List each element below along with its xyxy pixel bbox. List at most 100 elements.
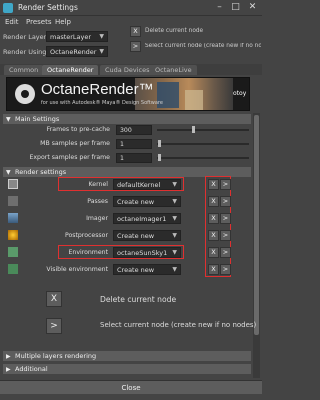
visible-environment-value: Create new <box>117 266 155 274</box>
select-node-button[interactable]: > <box>130 41 141 52</box>
scrollbar[interactable] <box>253 113 260 378</box>
mb-samples-slider[interactable] <box>157 143 249 145</box>
environment-value: octaneSunSky1 <box>117 249 168 257</box>
title-bar: Render Settings – □ ✕ <box>0 0 262 16</box>
multiple-layers-title: Multiple layers rendering <box>15 352 97 360</box>
delete-node-button[interactable]: X <box>130 26 141 37</box>
chevron-down-icon: ▼ <box>99 48 104 55</box>
postprocessor-select-button[interactable]: > <box>220 230 231 241</box>
kernel-select[interactable]: defaultKernel ▼ <box>113 179 181 190</box>
passes-label: Passes <box>87 198 108 205</box>
frames-precache-label: Frames to pre-cache <box>46 126 110 133</box>
collapse-triangle-icon: ▼ <box>6 169 11 176</box>
legend-select-button[interactable]: > <box>46 318 62 334</box>
kernel-select-button[interactable]: > <box>220 179 231 190</box>
tab-octanelive[interactable]: OctaneLive <box>150 65 197 75</box>
chevron-down-icon: ▼ <box>172 181 177 188</box>
kernel-icon <box>8 179 18 189</box>
main-settings-header[interactable]: ▼ Main Settings <box>3 114 251 124</box>
menu-edit[interactable]: Edit <box>5 18 19 26</box>
minimize-icon[interactable]: – <box>214 2 225 13</box>
scrollbar-thumb[interactable] <box>254 115 259 335</box>
chevron-down-icon: ▼ <box>172 266 177 273</box>
export-samples-slider[interactable] <box>157 157 249 159</box>
environment-select[interactable]: octaneSunSky1 ▼ <box>113 247 181 258</box>
chevron-down-icon: ▼ <box>172 249 177 256</box>
octane-banner: OctaneRender™ for use with Autodesk® May… <box>6 77 250 111</box>
expand-triangle-icon: ▶ <box>6 366 11 373</box>
imager-value: octaneImager1 <box>117 215 167 223</box>
imager-label: Imager <box>86 215 108 222</box>
passes-delete-button[interactable]: X <box>208 196 219 207</box>
legend-select-note: Select current node (create new if no no… <box>100 321 257 329</box>
menu-presets[interactable]: Presets <box>26 18 51 26</box>
tab-cuda-devices[interactable]: Cuda Devices <box>100 65 155 75</box>
kernel-label: Kernel <box>88 181 108 188</box>
main-settings-title: Main Settings <box>15 115 60 123</box>
banner-scene-detail <box>185 90 203 110</box>
chevron-down-icon: ▼ <box>172 215 177 222</box>
node-buttons-highlight <box>205 176 231 277</box>
close-button[interactable]: Close <box>0 380 262 394</box>
legend-delete-button[interactable]: X <box>46 291 62 307</box>
tab-octanerender[interactable]: OctaneRender <box>42 65 99 75</box>
banner-tagline: for use with Autodesk® Maya® Design Soft… <box>41 100 163 106</box>
visible-environment-select[interactable]: Create new ▼ <box>113 264 181 275</box>
environment-icon <box>8 247 18 257</box>
render-using-label: Render Using <box>3 48 47 56</box>
multiple-layers-header[interactable]: ▶ Multiple layers rendering <box>3 351 251 361</box>
visible-environment-delete-button[interactable]: X <box>208 264 219 275</box>
kernel-value: defaultKernel <box>117 181 161 189</box>
passes-select-button[interactable]: > <box>220 196 231 207</box>
kernel-delete-button[interactable]: X <box>208 179 219 190</box>
postprocessor-value: Create new <box>117 232 155 240</box>
slider-handle[interactable] <box>192 126 195 133</box>
select-node-note: Select current node (create new if no no… <box>145 43 261 49</box>
postprocessor-select[interactable]: Create new ▼ <box>113 230 181 241</box>
imager-icon <box>8 213 18 223</box>
render-using-select[interactable]: OctaneRender ▼ <box>46 46 108 57</box>
chevron-down-icon: ▼ <box>172 198 177 205</box>
additional-title: Additional <box>15 365 48 373</box>
expand-triangle-icon: ▶ <box>6 353 11 360</box>
window-title: Render Settings <box>18 3 78 12</box>
chevron-down-icon: ▼ <box>99 33 104 40</box>
render-layer-select[interactable]: masterLayer ▼ <box>46 31 108 42</box>
menu-help[interactable]: Help <box>55 18 71 26</box>
chevron-down-icon: ▼ <box>172 232 177 239</box>
passes-value: Create new <box>117 198 155 206</box>
postprocessor-icon <box>8 230 18 240</box>
tab-common[interactable]: Common <box>4 65 44 75</box>
render-layer-label: Render Layer <box>3 33 47 41</box>
mb-samples-field[interactable]: 1 <box>116 139 152 149</box>
octane-logo-core <box>21 90 29 98</box>
maximize-icon[interactable]: □ <box>230 2 241 13</box>
render-layer-value: masterLayer <box>50 33 92 41</box>
slider-handle[interactable] <box>158 154 161 161</box>
imager-select[interactable]: octaneImager1 ▼ <box>113 213 181 224</box>
postprocessor-label: Postprocessor <box>64 232 108 239</box>
delete-node-note: Delete current node <box>145 28 204 34</box>
app-icon <box>3 3 13 13</box>
close-icon[interactable]: ✕ <box>247 2 258 13</box>
otoy-logo: otoy <box>233 90 247 97</box>
render-using-value: OctaneRender <box>50 48 97 56</box>
frames-precache-field[interactable]: 300 <box>116 125 152 135</box>
environment-select-button[interactable]: > <box>220 247 231 258</box>
environment-label: Environment <box>68 249 108 256</box>
slider-handle[interactable] <box>158 140 161 147</box>
passes-select[interactable]: Create new ▼ <box>113 196 181 207</box>
export-samples-field[interactable]: 1 <box>116 153 152 163</box>
environment-delete-button[interactable]: X <box>208 247 219 258</box>
additional-header[interactable]: ▶ Additional <box>3 364 251 374</box>
visible-environment-select-button[interactable]: > <box>220 264 231 275</box>
postprocessor-delete-button[interactable]: X <box>208 230 219 241</box>
visible-environment-icon <box>8 264 18 274</box>
collapse-triangle-icon: ▼ <box>6 116 11 123</box>
export-samples-label: Export samples per frame <box>29 154 110 161</box>
visible-environment-label: Visible environment <box>46 266 108 273</box>
imager-select-button[interactable]: > <box>220 213 231 224</box>
frames-precache-slider[interactable] <box>157 129 249 131</box>
banner-brand: OctaneRender™ <box>41 81 154 98</box>
imager-delete-button[interactable]: X <box>208 213 219 224</box>
